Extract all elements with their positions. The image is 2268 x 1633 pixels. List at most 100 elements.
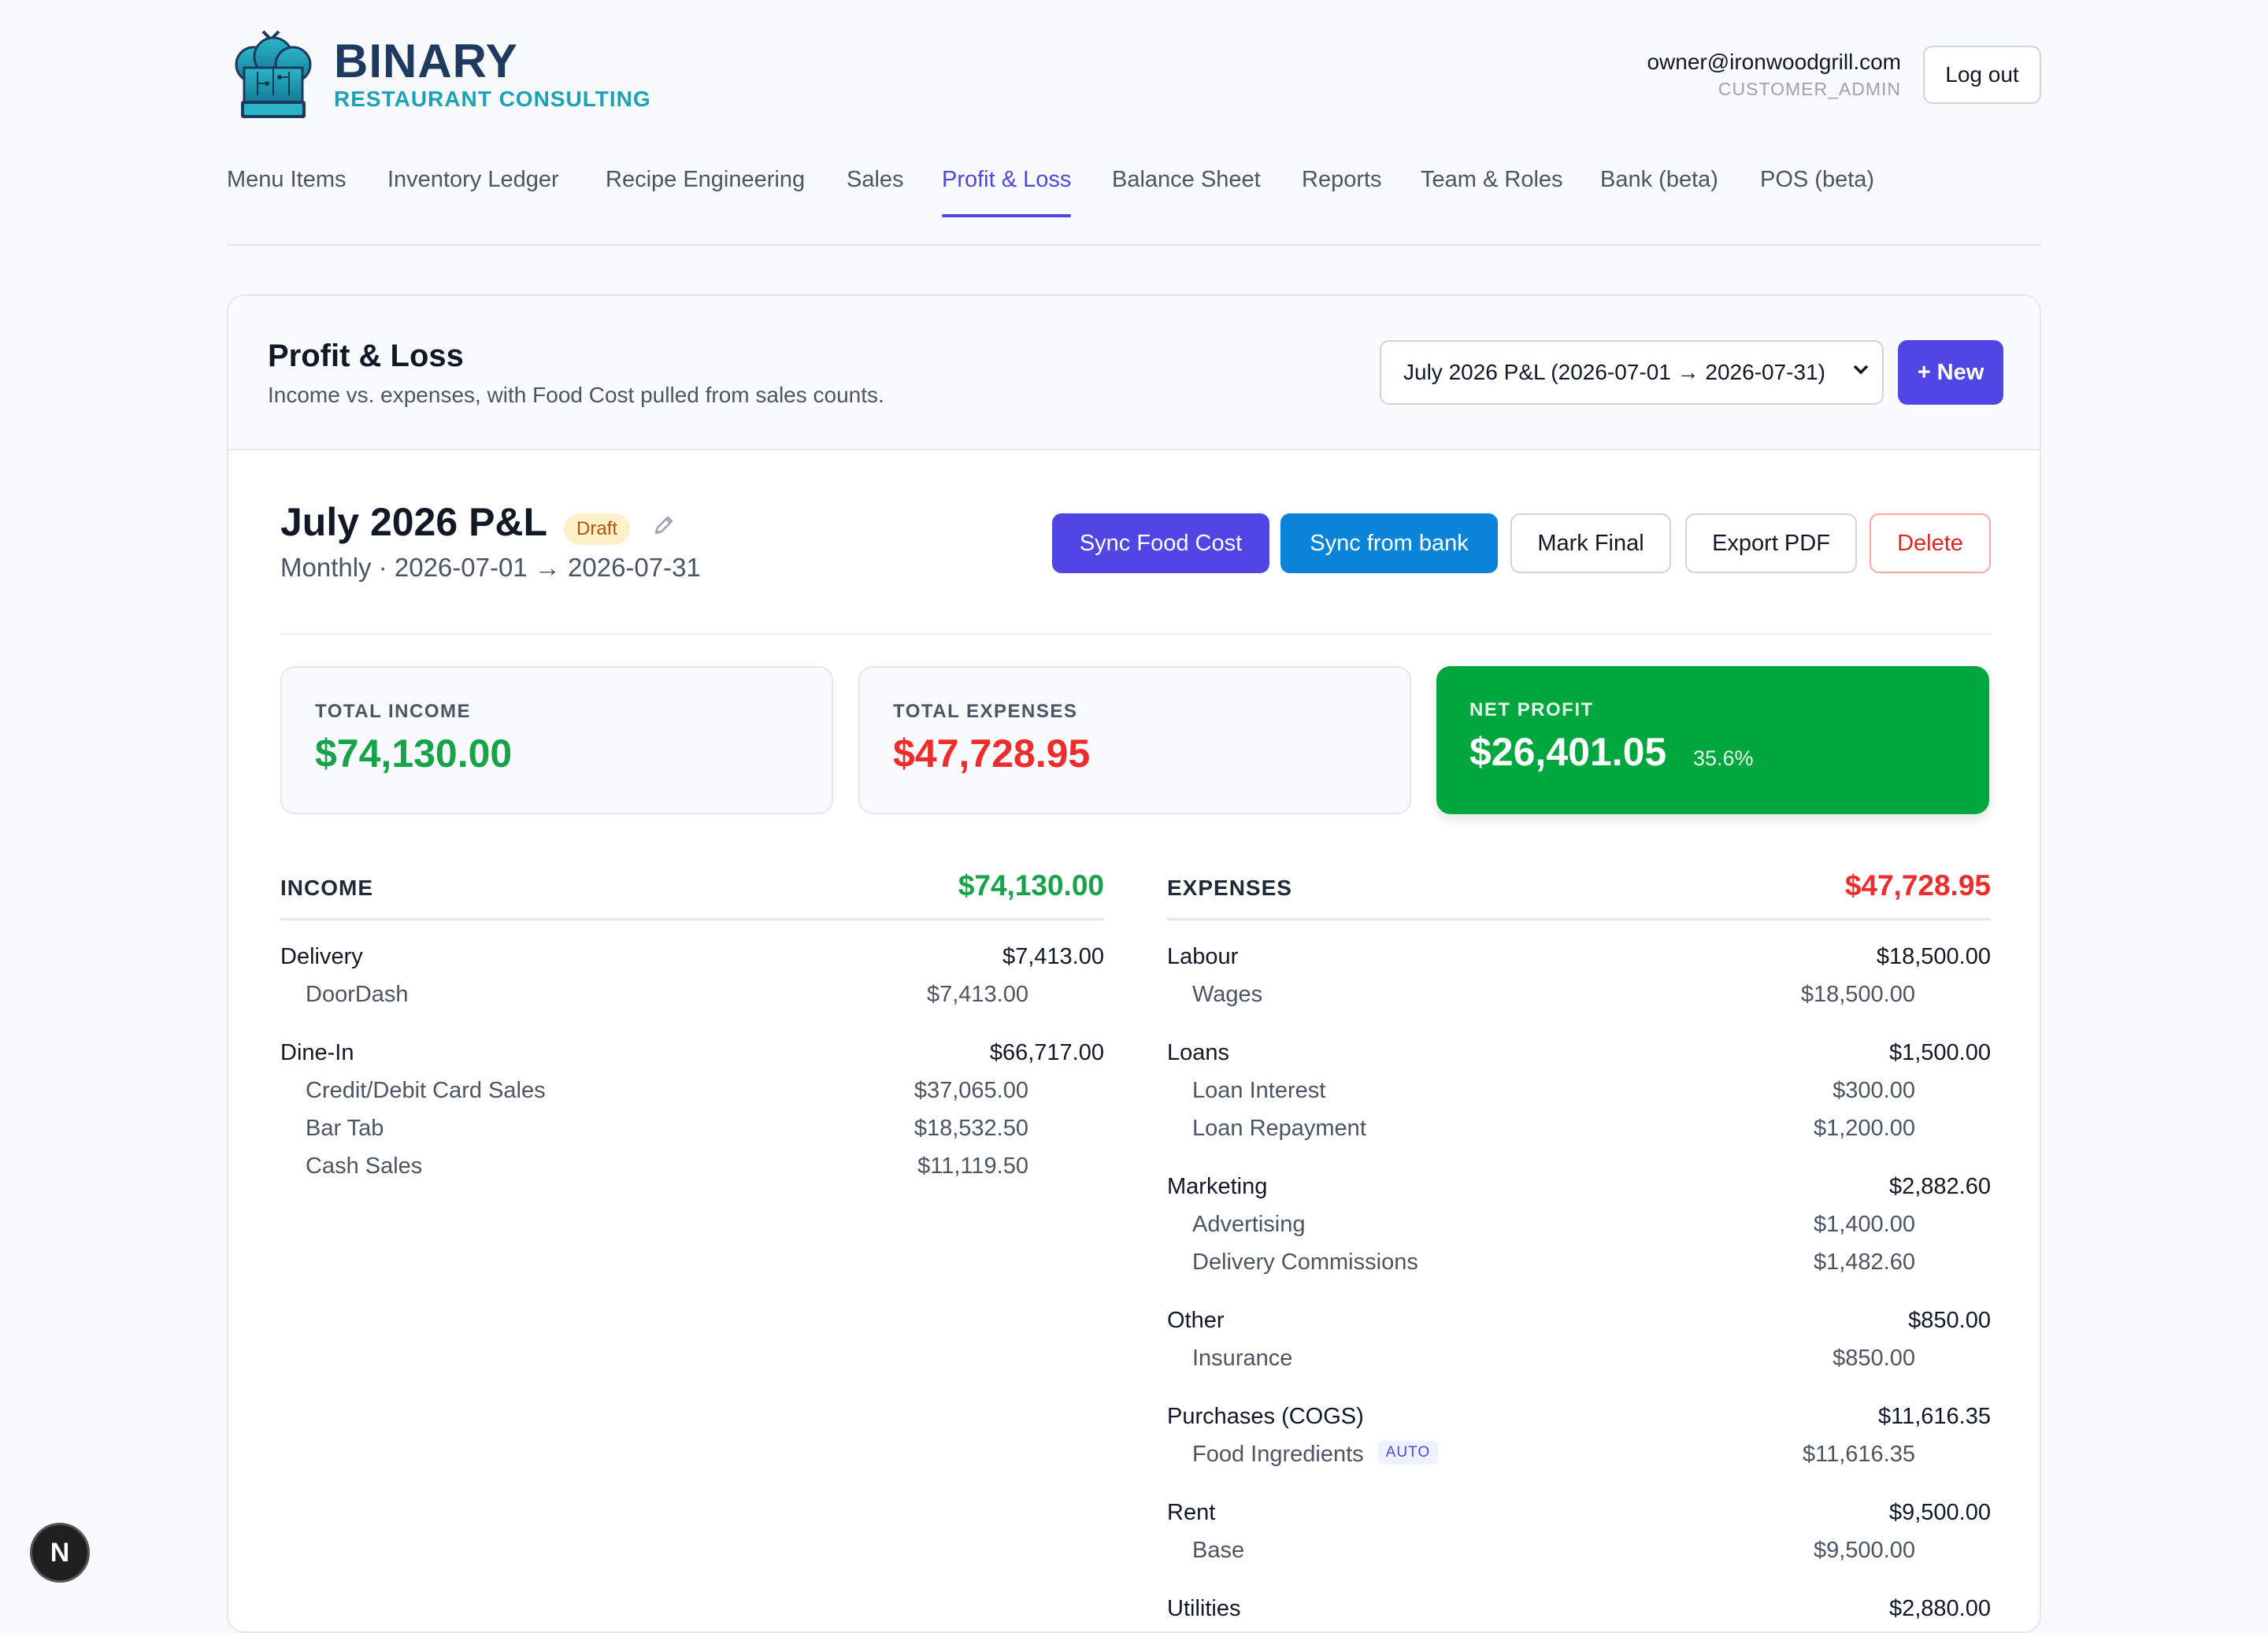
line-item[interactable]: Advertising $1,400.00 [1167, 1209, 1991, 1246]
nav-pos-beta[interactable]: POS (beta) [1760, 167, 1874, 193]
chevron-down-icon [1853, 365, 1869, 375]
line-item[interactable]: Food Ingredients AUTO $11,616.35 [1167, 1439, 1991, 1476]
expense-group: Marketing $2,882.60 Advertising $1,400.0… [1167, 1171, 1991, 1284]
mark-final-button[interactable]: Mark Final [1510, 513, 1671, 573]
group-amount: $9,500.00 [1888, 1500, 1991, 1525]
group-amount: $66,717.00 [989, 1040, 1104, 1065]
line-item-name: Base [1192, 1538, 1245, 1563]
group-amount: $2,880.00 [1888, 1596, 1991, 1621]
line-item-amount: $1,400.00 [1813, 1212, 1915, 1237]
expenses-title: EXPENSES [1167, 876, 1292, 900]
line-item[interactable]: Cash Sales $11,119.50 [280, 1150, 1104, 1188]
expense-group: Purchases (COGS) $11,616.35 Food Ingredi… [1167, 1401, 1991, 1476]
line-item-name: Credit/Debit Card Sales [306, 1078, 546, 1103]
brand-subtitle: RESTAURANT CONSULTING [334, 87, 651, 111]
line-item-amount: $18,532.50 [914, 1116, 1028, 1141]
status-badge: Draft [564, 513, 631, 545]
income-section: INCOME $74,130.00 Delivery $7,413.00 Doo… [280, 865, 1104, 1188]
brand-name: BINARY [334, 35, 518, 87]
logout-button[interactable]: Log out [1923, 46, 2041, 104]
nav-inventory-ledger[interactable]: Inventory Ledger [387, 167, 559, 193]
main-nav: Menu Items Inventory Ledger Recipe Engin… [227, 157, 2041, 246]
line-item-amount: $9,500.00 [1813, 1538, 1915, 1563]
group-name: Delivery [280, 944, 363, 969]
group-name: Other [1167, 1308, 1225, 1333]
top-header: BINARY RESTAURANT CONSULTING owner@ironw… [227, 0, 2041, 142]
nav-recipe-engineering[interactable]: Recipe Engineering [606, 167, 805, 193]
line-item[interactable]: Wages $18,500.00 [1167, 979, 1991, 1016]
line-item[interactable]: Insurance $850.00 [1167, 1342, 1991, 1380]
line-item[interactable]: Bar Tab $18,532.50 [280, 1113, 1104, 1150]
export-pdf-button[interactable]: Export PDF [1685, 513, 1857, 573]
nav-reports[interactable]: Reports [1302, 167, 1382, 193]
line-item-name: Insurance [1192, 1346, 1293, 1371]
dev-tools-badge[interactable]: N [30, 1523, 90, 1583]
line-item-amount: $850.00 [1833, 1346, 1915, 1371]
line-item-amount: $1,482.60 [1813, 1250, 1915, 1275]
new-pl-button[interactable]: + New [1898, 340, 2003, 405]
expense-group: Labour $18,500.00 Wages $18,500.00 [1167, 941, 1991, 1016]
summary-net-percent: 35.6% [1693, 746, 1754, 770]
group-row: Rent $9,500.00 [1167, 1497, 1991, 1535]
summary-income-label: TOTAL INCOME [315, 701, 471, 722]
pl-name: July 2026 P&L [280, 500, 548, 544]
sync-bank-button[interactable]: Sync from bank [1280, 513, 1498, 573]
expense-group: Other $850.00 Insurance $850.00 [1167, 1305, 1991, 1380]
income-group: Dine-In $66,717.00 Credit/Debit Card Sal… [280, 1037, 1104, 1188]
delete-button[interactable]: Delete [1870, 513, 1991, 573]
group-amount: $18,500.00 [1876, 944, 1991, 969]
group-name: Purchases (COGS) [1167, 1404, 1364, 1429]
group-amount: $850.00 [1908, 1308, 1991, 1333]
line-item[interactable]: Loan Interest $300.00 [1167, 1075, 1991, 1113]
expenses-header: EXPENSES $47,728.95 [1167, 865, 1991, 920]
income-header: INCOME $74,130.00 [280, 865, 1104, 920]
brand: BINARY RESTAURANT CONSULTING [334, 36, 651, 112]
line-item-amount: $37,065.00 [914, 1078, 1028, 1103]
page-title: Profit & Loss [268, 339, 464, 373]
line-item[interactable]: Base $9,500.00 [1167, 1535, 1991, 1572]
nav-sales[interactable]: Sales [847, 167, 904, 193]
line-item-name-text: Food Ingredients [1192, 1442, 1364, 1467]
group-amount: $11,616.35 [1878, 1404, 1991, 1429]
nav-balance-sheet[interactable]: Balance Sheet [1112, 167, 1261, 193]
group-row: Utilities $2,880.00 [1167, 1593, 1991, 1631]
sync-food-cost-button[interactable]: Sync Food Cost [1052, 513, 1269, 573]
line-item-name: Loan Interest [1192, 1078, 1326, 1103]
line-item-amount: $7,413.00 [926, 982, 1028, 1007]
user-role: CUSTOMER_ADMIN [1718, 79, 1901, 99]
group-amount: $7,413.00 [1002, 944, 1104, 969]
group-row: Purchases (COGS) $11,616.35 [1167, 1401, 1991, 1439]
line-item-amount: $1,200.00 [1813, 1116, 1915, 1141]
line-item[interactable]: Loan Repayment $1,200.00 [1167, 1113, 1991, 1150]
line-item-name: Loan Repayment [1192, 1116, 1366, 1141]
summary-income-value: $74,130.00 [315, 731, 513, 776]
expense-group: Rent $9,500.00 Base $9,500.00 [1167, 1497, 1991, 1572]
line-item-amount: $11,616.35 [1803, 1442, 1915, 1467]
period-select-value: July 2026 P&L (2026-07-01 → 2026-07-31) [1403, 360, 1825, 384]
group-name: Loans [1167, 1040, 1230, 1065]
pencil-edit-icon[interactable] [650, 512, 677, 539]
line-item[interactable]: Delivery Commissions $1,482.60 [1167, 1246, 1991, 1284]
income-group: Delivery $7,413.00 DoorDash $7,413.00 [280, 941, 1104, 1016]
expenses-section: EXPENSES $47,728.95 Labour $18,500.00 Wa… [1167, 865, 1991, 1631]
group-row: Loans $1,500.00 [1167, 1037, 1991, 1075]
summary-net-value: $26,401.05 [1469, 730, 1667, 774]
line-item-name: Cash Sales [306, 1153, 423, 1179]
nav-profit-loss[interactable]: Profit & Loss [942, 167, 1072, 217]
line-item[interactable]: Credit/Debit Card Sales $37,065.00 [280, 1075, 1104, 1113]
line-item-name: Advertising [1192, 1212, 1306, 1237]
group-row: Labour $18,500.00 [1167, 941, 1991, 979]
nav-menu-items[interactable]: Menu Items [227, 167, 346, 193]
period-select[interactable]: July 2026 P&L (2026-07-01 → 2026-07-31) [1380, 340, 1884, 405]
summary-total-income: TOTAL INCOME $74,130.00 [280, 666, 833, 814]
line-item[interactable]: DoorDash $7,413.00 [280, 979, 1104, 1016]
line-item-name: Bar Tab [306, 1116, 384, 1141]
group-row: Dine-In $66,717.00 [280, 1037, 1104, 1075]
group-name: Utilities [1167, 1596, 1241, 1621]
group-row: Marketing $2,882.60 [1167, 1171, 1991, 1209]
line-item-name: DoorDash [306, 982, 409, 1007]
nav-bank-beta[interactable]: Bank (beta) [1600, 167, 1718, 193]
group-name: Labour [1167, 944, 1239, 969]
nav-team-roles[interactable]: Team & Roles [1421, 167, 1563, 193]
group-name: Dine-In [280, 1040, 354, 1065]
